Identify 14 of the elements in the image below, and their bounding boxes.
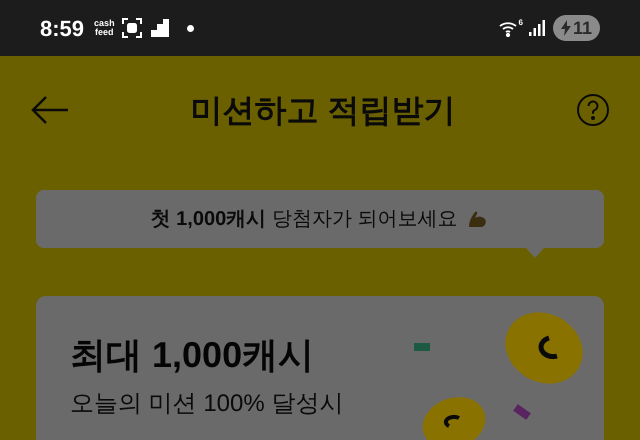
back-arrow-icon[interactable] (30, 95, 70, 125)
card-subtitle: 오늘의 미션 100% 달성시 (70, 389, 344, 419)
clock-time: 8:59 (40, 14, 84, 42)
help-icon[interactable] (576, 93, 610, 127)
page-title: 미션하고 적립받기 (190, 91, 456, 130)
app-icon (150, 19, 169, 37)
battery-indicator: 11 (552, 15, 600, 41)
charging-icon (560, 20, 571, 36)
app-logo: cash feed (94, 19, 115, 37)
bubble-text: 첫 1,000캐시 당첨자가 되어보세요 (150, 207, 458, 232)
wifi-number-label: 6 (518, 17, 523, 29)
signal-icon (528, 20, 545, 36)
screenshot-icon (120, 17, 143, 39)
card-title: 최대 1,000캐시 (70, 333, 316, 377)
